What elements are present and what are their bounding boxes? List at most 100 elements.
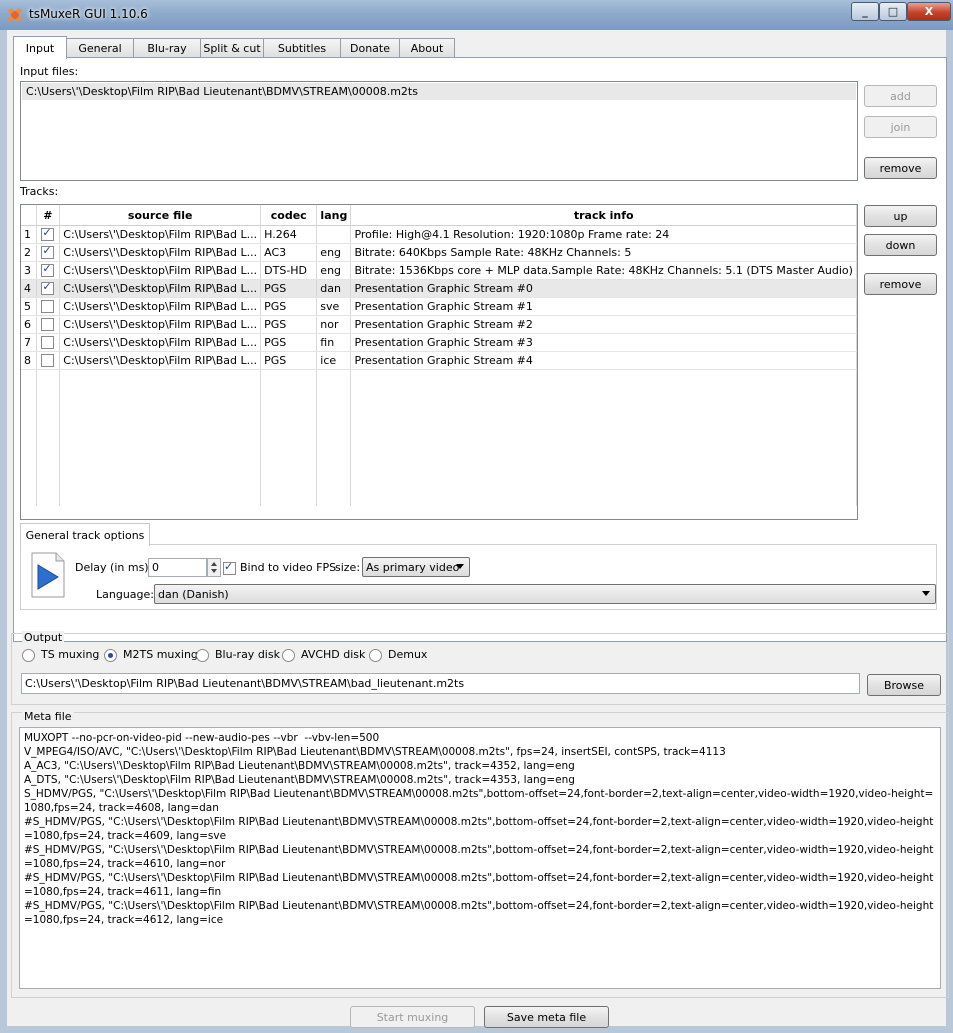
info-cell: Presentation Graphic Stream #1 (350, 297, 857, 316)
tracks-header-row: # source file codec lang track info (21, 205, 857, 226)
close-icon: X (924, 5, 934, 18)
source-cell: C:\Users\'\Desktop\Film RIP\Bad L... (59, 225, 262, 244)
tab-split-cut[interactable]: Split & cut (200, 38, 264, 58)
language-select[interactable]: dan (Danish) (154, 584, 936, 604)
tab-about[interactable]: About (399, 38, 455, 58)
maximize-button[interactable]: □ (879, 2, 907, 21)
input-tab-pane: Input files: C:\Users\'\Desktop\Film RIP… (13, 57, 947, 642)
spin-up-icon[interactable] (211, 562, 217, 566)
output-mode-label[interactable]: Demux (388, 648, 427, 661)
info-cell: Presentation Graphic Stream #2 (350, 315, 857, 334)
up-button[interactable]: up (864, 205, 937, 227)
join-button[interactable]: join (864, 116, 937, 138)
col-header-codec[interactable]: codec (260, 205, 318, 226)
col-header-lang[interactable]: lang (316, 205, 352, 226)
close-button[interactable]: X (907, 2, 951, 21)
source-cell: C:\Users\'\Desktop\Film RIP\Bad L... (59, 333, 262, 352)
output-mode-radio[interactable] (282, 649, 295, 662)
row-number: 6 (21, 315, 37, 334)
output-mode-label[interactable]: Blu-ray disk (215, 648, 280, 661)
track-checkbox[interactable] (41, 226, 55, 242)
table-row[interactable]: 7 C:\Users\'\Desktop\Film RIP\Bad L... PGS… (21, 333, 857, 352)
track-checkbox-cell[interactable] (36, 225, 61, 244)
codec-cell: PGS (260, 279, 318, 298)
output-mode-label[interactable]: M2TS muxing (123, 648, 198, 661)
size-label: size: (335, 561, 361, 574)
start-muxing-button[interactable]: Start muxing (350, 1006, 475, 1028)
table-row[interactable]: 4 C:\Users\'\Desktop\Film RIP\Bad L...PGS… (21, 279, 857, 298)
track-checkbox[interactable] (41, 300, 55, 314)
minimize-icon: _ (862, 5, 868, 18)
output-mode-label[interactable]: TS muxing (41, 648, 99, 661)
row-number: 2 (21, 243, 37, 262)
empty-cell (36, 421, 61, 438)
track-checkbox[interactable] (41, 318, 55, 332)
table-row[interactable]: 6 C:\Users\'\Desktop\Film RIP\Bad L... PGS… (21, 315, 857, 334)
info-cell: Presentation Graphic Stream #4 (350, 351, 857, 370)
language-label: Language: (96, 588, 154, 601)
col-header-source[interactable]: source file (59, 205, 262, 226)
row-num-header (21, 205, 37, 226)
output-mode-radio[interactable] (22, 649, 35, 662)
table-row[interactable]: 1 C:\Users\'\Desktop\Film RIP\Bad L...H.2… (21, 225, 857, 244)
delay-input[interactable]: 0 (148, 558, 207, 577)
output-mode-radio[interactable] (104, 649, 117, 662)
source-cell: C:\Users\'\Desktop\Film RIP\Bad L... (59, 279, 262, 298)
track-checkbox[interactable] (41, 354, 55, 368)
track-checkbox-cell[interactable] (36, 261, 61, 280)
add-button[interactable]: add (864, 85, 937, 107)
meta-file-textarea[interactable]: MUXOPT --no-pcr-on-video-pid --new-audio… (19, 727, 941, 989)
size-select[interactable]: As primary video (362, 557, 470, 577)
spin-down-icon[interactable] (211, 569, 217, 573)
client-area: Input General Blu-ray Split & cut Subtit… (7, 30, 949, 1028)
output-mode-label[interactable]: AVCHD disk (301, 648, 365, 661)
tracks-table[interactable]: # source file codec lang track info 1 C:\… (20, 204, 858, 520)
output-mode-radio[interactable] (369, 649, 382, 662)
source-cell: C:\Users\'\Desktop\Film RIP\Bad L... (59, 243, 262, 262)
track-checkbox-cell[interactable] (36, 297, 61, 316)
track-checkbox-cell[interactable] (36, 315, 61, 334)
tab-input[interactable]: Input (13, 36, 67, 59)
track-checkbox[interactable] (41, 262, 55, 278)
bind-fps-label: Bind to video FPS (240, 561, 337, 574)
tab-subtitles[interactable]: Subtitles (263, 38, 341, 58)
codec-cell: PGS (260, 351, 318, 370)
empty-cell (350, 472, 857, 489)
title-bar[interactable]: tsMuxeR GUI 1.10.6 _ □ X (0, 0, 953, 30)
output-path-input[interactable]: C:\Users\'\Desktop\Film RIP\Bad Lieutena… (21, 673, 860, 694)
tab-donate[interactable]: Donate (340, 38, 400, 58)
minimize-button[interactable]: _ (851, 2, 879, 21)
table-row[interactable]: 8 C:\Users\'\Desktop\Film RIP\Bad L... PGS… (21, 351, 857, 370)
down-button[interactable]: down (864, 234, 937, 256)
lang-cell: sve (316, 297, 352, 316)
track-checkbox-cell[interactable] (36, 279, 61, 298)
bind-fps-checkbox[interactable] (223, 560, 236, 575)
col-header-num[interactable]: # (36, 205, 61, 226)
empty-row (21, 438, 857, 455)
track-checkbox[interactable] (41, 280, 55, 296)
tab-bluray[interactable]: Blu-ray (133, 38, 201, 58)
maximize-icon: □ (887, 5, 899, 18)
track-checkbox[interactable] (41, 336, 55, 350)
delay-spinner[interactable] (207, 558, 221, 577)
remove-track-button[interactable]: remove (864, 273, 937, 295)
table-row[interactable]: 5 C:\Users\'\Desktop\Film RIP\Bad L... PGS… (21, 297, 857, 316)
table-row[interactable]: 3 C:\Users\'\Desktop\Film RIP\Bad L...DTS… (21, 261, 857, 280)
remove-file-button[interactable]: remove (864, 157, 937, 179)
table-row[interactable]: 2 C:\Users\'\Desktop\Film RIP\Bad L...AC3… (21, 243, 857, 262)
empty-cell (316, 421, 352, 438)
save-meta-file-button[interactable]: Save meta file (484, 1006, 609, 1028)
input-file-item[interactable]: C:\Users\'\Desktop\Film RIP\Bad Lieutena… (22, 83, 856, 100)
track-checkbox-cell[interactable] (36, 243, 61, 262)
empty-cell (59, 387, 262, 404)
track-checkbox-cell[interactable] (36, 351, 61, 370)
tab-general-track-options[interactable]: General track options (20, 523, 150, 546)
output-mode-radio[interactable] (196, 649, 209, 662)
track-checkbox[interactable] (41, 244, 55, 260)
track-checkbox-cell[interactable] (36, 333, 61, 352)
tab-general[interactable]: General (66, 38, 134, 58)
input-files-list[interactable]: C:\Users\'\Desktop\Film RIP\Bad Lieutena… (20, 81, 858, 181)
col-header-info[interactable]: track info (350, 205, 857, 226)
empty-cell (59, 455, 262, 472)
browse-button[interactable]: Browse (867, 674, 941, 696)
